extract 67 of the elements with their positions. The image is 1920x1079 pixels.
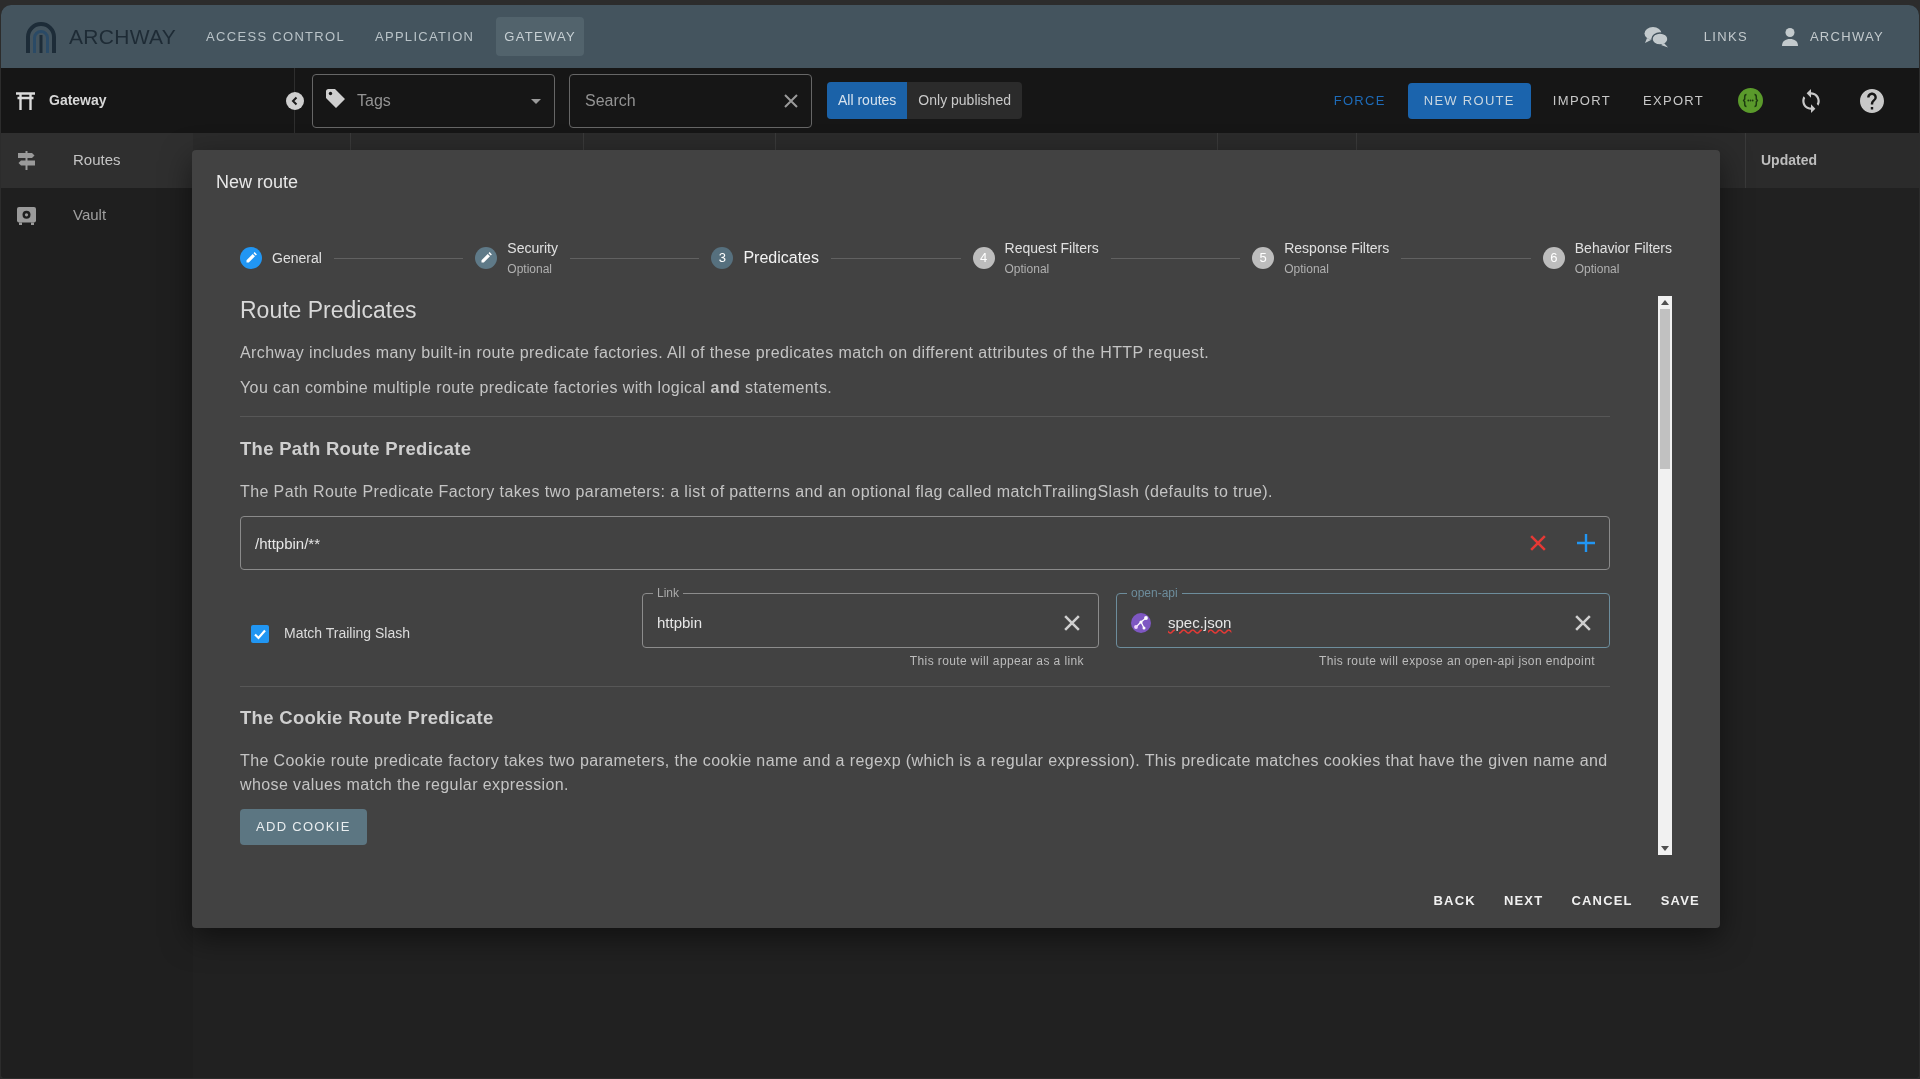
description-text: The Cookie route predicate factory takes two parameters, the cookie name and a regexp (which is a regular expression). This predicate matches cookies that have the given name and whose values match the regular expression. (240, 751, 1609, 795)
page-heading: Route Predicates (240, 296, 418, 324)
safe-icon (17, 206, 36, 225)
intro-text: Archway includes many built-in route predicate factories. All of these predicates match on different attributes of the HTTP request. (240, 343, 1211, 363)
nav-tab[interactable]: APPLICATION (366, 16, 483, 57)
refresh-icon[interactable] (1800, 88, 1822, 113)
caret-down-icon (531, 98, 541, 104)
text-input[interactable]: spec.json (1168, 611, 1558, 635)
section-heading: The Cookie Route Predicate (240, 706, 495, 730)
text-button[interactable]: NEXT (1491, 883, 1556, 919)
arrow-up-icon[interactable] (1661, 300, 1669, 305)
user-menu-button[interactable]: ARCHWAY (1777, 20, 1888, 53)
close-icon[interactable] (784, 93, 798, 108)
helper-text: This route will expose an open-api json endpoint (1317, 653, 1596, 669)
dialog-title: New route (216, 171, 300, 194)
tag-icon (326, 88, 345, 108)
nav-tab[interactable]: ACCESS CONTROL (198, 16, 353, 57)
primary-button[interactable]: NEW ROUTE (1407, 82, 1531, 119)
step-number: 3 (711, 247, 734, 269)
field-label: open-api (1130, 587, 1179, 599)
stepper-step[interactable]: Security Optional (475, 239, 558, 277)
intro-text: You can combine multiple route predicate factories with logical and statements. (240, 378, 834, 398)
text-button[interactable]: EXPORT (1632, 82, 1714, 119)
field-label: Link (656, 587, 680, 599)
user-icon (1781, 27, 1798, 46)
step-number: 4 (972, 247, 995, 269)
node-graph-icon (1131, 613, 1151, 633)
stepper-step[interactable]: 6 Behavior Filters Optional (1542, 239, 1673, 277)
text-button[interactable]: SAVE (1648, 883, 1712, 919)
text-button[interactable]: IMPORT (1542, 82, 1621, 119)
signpost-icon (17, 151, 36, 170)
sidebar-item[interactable]: Routes (1, 133, 193, 188)
filter-toggle[interactable]: All routes (827, 82, 908, 119)
code-braces-icon[interactable] (1738, 88, 1763, 113)
plus-icon[interactable] (1577, 534, 1595, 552)
pattern-field[interactable]: /httpbin/** (240, 516, 1610, 570)
stepper-step[interactable]: 3 Predicates (711, 247, 819, 269)
nav-tab[interactable]: GATEWAY (496, 16, 584, 57)
text-input[interactable]: httpbin (657, 611, 1047, 635)
filter-toggle[interactable]: Only published (907, 82, 1022, 119)
stepper-step[interactable]: 4 Request Filters Optional (972, 239, 1099, 277)
scrollbar[interactable] (1658, 296, 1672, 855)
add-cookie-button[interactable]: ADD COOKIE (240, 809, 367, 845)
helper-text: This route will appear as a link (908, 653, 1085, 669)
gate-icon (16, 91, 35, 110)
tags-select[interactable]: Tags (312, 73, 555, 128)
description-text: The Path Route Predicate Factory takes two parameters: a list of patterns and an optional flag called matchTrailingSlash (defaults to true). (240, 482, 1274, 502)
scrollbar-thumb[interactable] (1660, 309, 1670, 469)
arrow-down-icon[interactable] (1661, 846, 1669, 851)
text-field[interactable]: Link httpbin (642, 587, 1099, 648)
text-field[interactable]: open-api spec.json (1116, 587, 1610, 648)
chevron-left-icon[interactable] (286, 91, 304, 110)
search-field[interactable]: Search (569, 73, 812, 128)
links-button[interactable]: LINKS (1699, 20, 1752, 53)
step-number: 5 (1252, 247, 1275, 269)
stepper-step[interactable]: General (240, 247, 322, 269)
column-header[interactable]: Updated (1746, 150, 1817, 171)
stepper-step[interactable]: 5 Response Filters Optional (1252, 239, 1390, 277)
checkbox[interactable] (251, 624, 269, 643)
text-button[interactable]: CANCEL (1559, 883, 1645, 919)
help-icon[interactable] (1860, 88, 1884, 113)
checkbox-label[interactable]: Match Trailing Slash (284, 623, 411, 644)
text-button[interactable]: BACK (1421, 883, 1488, 919)
chat-icon[interactable] (1643, 25, 1669, 48)
step-number: 6 (1542, 247, 1565, 269)
section-heading: The Path Route Predicate (240, 437, 473, 461)
section-title: Gateway (49, 91, 107, 110)
